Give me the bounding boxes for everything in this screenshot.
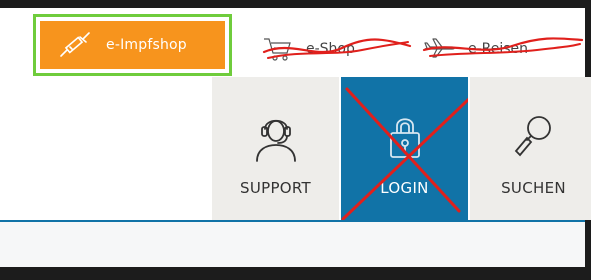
strike-cross	[341, 87, 468, 220]
nav-support[interactable]: SUPPORT	[212, 77, 339, 220]
nav-support-label: SUPPORT	[240, 179, 311, 197]
syringe-icon	[60, 32, 90, 57]
headset-icon	[255, 119, 296, 162]
magnifier-icon	[514, 116, 551, 157]
nav-suchen-label: SUCHEN	[501, 179, 566, 197]
impfshop-button[interactable]: e-Impfshop	[40, 21, 225, 69]
ereisen-link[interactable]: e-Reisen	[422, 30, 584, 68]
main-nav: SUPPORT LOGIN SUCHEN	[212, 77, 591, 220]
impfshop-link-highlight[interactable]: e-Impfshop	[33, 14, 232, 76]
top-bar	[0, 0, 591, 8]
nav-suchen[interactable]: SUCHEN	[470, 77, 591, 220]
bottom-bar	[0, 267, 591, 280]
content-strip	[0, 222, 585, 267]
strike-mark	[262, 38, 412, 59]
eshop-link[interactable]: e-Shop	[262, 30, 412, 68]
impfshop-label: e-Impfshop	[106, 37, 187, 53]
strike-mark	[422, 37, 584, 57]
nav-login[interactable]: LOGIN	[341, 77, 468, 220]
